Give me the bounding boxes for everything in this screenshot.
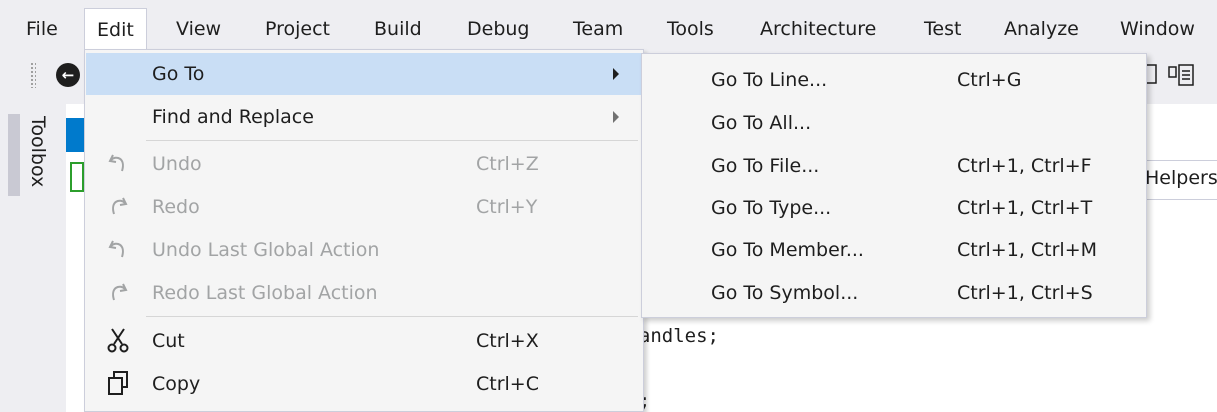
menu-item-label: Go To	[152, 63, 205, 85]
menu-item-redo-last-global-action[interactable]: Redo Last Global Action	[86, 272, 642, 314]
menu-tools[interactable]: Tools	[655, 8, 726, 50]
submenu-item-go-to-file[interactable]: Go To File... Ctrl+1, Ctrl+F	[642, 145, 1146, 187]
menu-item-label: Copy	[152, 373, 201, 395]
submenu-item-shortcut: Ctrl+1, Ctrl+F	[957, 155, 1092, 177]
menu-item-shortcut: Ctrl+Z	[476, 153, 539, 175]
menu-analyze[interactable]: Analyze	[992, 8, 1091, 50]
scissors-icon	[107, 328, 129, 353]
menu-item-cut[interactable]: Cut Ctrl+X	[86, 320, 642, 362]
menu-build[interactable]: Build	[362, 8, 434, 50]
submenu-item-label: Go To Line...	[711, 69, 828, 91]
menu-item-label: Cut	[152, 330, 185, 352]
menu-item-redo[interactable]: Redo Ctrl+Y	[86, 186, 642, 228]
copy-icon	[108, 371, 128, 395]
file-tab-marker[interactable]	[70, 162, 84, 192]
submenu-item-label: Go To File...	[711, 155, 820, 177]
redo-icon	[112, 283, 128, 301]
submenu-item-shortcut: Ctrl+1, Ctrl+M	[957, 239, 1098, 261]
menu-item-label: Redo Last Global Action	[152, 282, 378, 304]
menu-edit[interactable]: Edit	[84, 8, 147, 51]
document-tab-label: Helpers	[1145, 167, 1217, 189]
toolbar-panel-icon[interactable]	[1167, 63, 1195, 87]
undo-icon	[108, 154, 124, 172]
menu-item-undo-last-global-action[interactable]: Undo Last Global Action	[86, 229, 642, 271]
menu-file[interactable]: File	[14, 8, 70, 50]
submenu-item-go-to-symbol[interactable]: Go To Symbol... Ctrl+1, Ctrl+S	[642, 272, 1146, 314]
menu-item-go-to[interactable]: Go To	[86, 53, 642, 95]
navigate-back-icon[interactable]: ←	[56, 63, 80, 87]
menu-item-shortcut: Ctrl+X	[476, 330, 539, 352]
undo-icon	[108, 240, 124, 258]
menu-project[interactable]: Project	[253, 8, 342, 50]
menu-architecture[interactable]: Architecture	[748, 8, 888, 50]
menu-item-undo[interactable]: Undo Ctrl+Z	[86, 143, 642, 185]
submenu-item-shortcut: Ctrl+1, Ctrl+S	[957, 282, 1093, 304]
submenu-item-label: Go To Type...	[711, 197, 832, 219]
menu-item-label: Redo	[152, 196, 200, 218]
toolbar-grip-icon[interactable]	[30, 62, 36, 88]
menu-separator	[146, 316, 638, 317]
menu-item-copy[interactable]: Copy Ctrl+C	[86, 363, 642, 405]
menu-item-shortcut: Ctrl+C	[476, 373, 539, 395]
submenu-item-go-to-type[interactable]: Go To Type... Ctrl+1, Ctrl+T	[642, 187, 1146, 229]
submenu-item-label: Go To All...	[711, 112, 812, 134]
submenu-item-go-to-all[interactable]: Go To All...	[642, 102, 1146, 144]
submenu-arrow-icon	[613, 111, 619, 123]
menu-item-label: Undo	[152, 153, 202, 175]
menu-item-label: Undo Last Global Action	[152, 239, 380, 261]
toolbox-tab-accent	[8, 114, 20, 196]
menu-item-find-and-replace[interactable]: Find and Replace	[86, 96, 642, 138]
menu-separator	[146, 140, 638, 141]
menu-view[interactable]: View	[164, 8, 233, 50]
menu-team[interactable]: Team	[561, 8, 635, 50]
redo-icon	[112, 197, 128, 215]
submenu-item-label: Go To Member...	[711, 239, 864, 261]
menu-window[interactable]: Window	[1108, 8, 1207, 50]
submenu-item-label: Go To Symbol...	[711, 282, 859, 304]
toolbox-tab[interactable]: Toolbox	[27, 116, 49, 187]
submenu-item-go-to-member[interactable]: Go To Member... Ctrl+1, Ctrl+M	[642, 229, 1146, 271]
menu-item-shortcut: Ctrl+Y	[476, 196, 538, 218]
menu-test[interactable]: Test	[912, 8, 973, 50]
submenu-item-shortcut: Ctrl+1, Ctrl+T	[957, 197, 1093, 219]
menu-item-label: Find and Replace	[152, 106, 314, 128]
submenu-item-shortcut: Ctrl+G	[957, 69, 1022, 91]
menu-debug[interactable]: Debug	[455, 8, 541, 50]
submenu-item-go-to-line[interactable]: Go To Line... Ctrl+G	[642, 59, 1146, 101]
submenu-arrow-icon	[613, 68, 619, 80]
